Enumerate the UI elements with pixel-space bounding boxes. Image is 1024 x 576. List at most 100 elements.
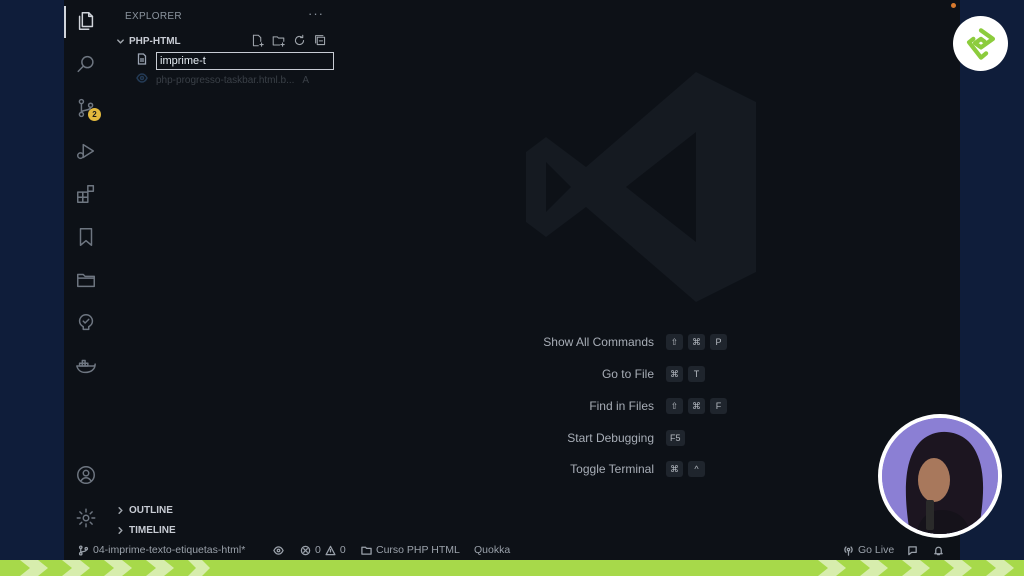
eye-icon: [136, 71, 148, 89]
go-live-button[interactable]: Go Live: [843, 543, 894, 557]
search-icon: [77, 55, 94, 73]
shortcut-toggle-terminal: Toggle Terminal ⌘ ^: [336, 461, 705, 477]
quokka-label: Quokka: [474, 544, 511, 556]
new-file-icon: [252, 34, 264, 47]
feedback-icon: [908, 545, 917, 555]
shortcut-start-debugging: Start Debugging F5: [336, 430, 685, 446]
run-debug-button[interactable]: [74, 139, 98, 163]
new-folder-icon: [272, 36, 285, 47]
key-f: F: [710, 398, 727, 414]
activity-bar: 2: [64, 0, 108, 540]
feedback-button[interactable]: [907, 543, 918, 557]
workspace-name: Curso PHP HTML: [376, 544, 460, 556]
extensions-button[interactable]: [74, 182, 98, 206]
docker-button[interactable]: [74, 354, 98, 378]
key-cmd: ⌘: [688, 398, 705, 414]
folder-header[interactable]: PHP-HTML: [114, 33, 181, 49]
shortcut-go-to-file: Go to File ⌘ T: [336, 366, 705, 382]
frame-left: [0, 0, 64, 560]
more-actions-button[interactable]: ···: [308, 6, 324, 21]
file-icon: [136, 52, 148, 70]
folder-icon: [77, 273, 95, 288]
refresh-button[interactable]: [292, 33, 307, 48]
shortcut-show-all-commands: Show All Commands ⇧ ⌘ P: [336, 334, 727, 350]
timeline-header[interactable]: TIMELINE: [114, 522, 176, 538]
file-status: A: [302, 74, 310, 86]
key-shift: ⇧: [666, 334, 683, 350]
refresh-icon: [294, 34, 305, 46]
presenter-icon: [882, 418, 998, 534]
accounts-button[interactable]: [74, 463, 98, 487]
rename-row: [136, 52, 334, 70]
outline-label: OUTLINE: [129, 504, 173, 516]
error-icon: [300, 545, 311, 555]
files-icon: [78, 12, 94, 30]
shortcut-label: Start Debugging: [567, 431, 654, 445]
bookmark-icon: [79, 228, 93, 246]
shortcut-label: Toggle Terminal: [570, 462, 654, 476]
eye-icon: [273, 545, 284, 555]
key-cmd: ⌘: [666, 461, 683, 477]
broadcast-icon: [844, 545, 853, 556]
project-manager-button[interactable]: [74, 268, 98, 292]
folder-icon: [361, 546, 372, 555]
notifications-button[interactable]: [933, 543, 944, 557]
error-count: 0: [315, 544, 321, 556]
notification-dot: [951, 3, 956, 8]
chevron-pattern-icon: [20, 560, 1014, 576]
active-indicator: [64, 6, 66, 38]
brand-logo-icon: [966, 27, 995, 60]
status-bar: 04-imprime-texto-etiquetas-html* 0 0 Cur…: [64, 540, 960, 560]
account-icon: [77, 466, 95, 484]
branch-name: 04-imprime-texto-etiquetas-html*: [93, 544, 246, 556]
new-file-button[interactable]: [250, 33, 265, 48]
editor-window: 2 EXPLORER ··· PHP-HTML imprime-t php-pr…: [64, 0, 960, 560]
workspace-status[interactable]: Curso PHP HTML: [361, 543, 460, 557]
quokka-status[interactable]: Quokka: [474, 543, 510, 557]
bookmarks-button[interactable]: [74, 225, 98, 249]
collapse-all-icon: [315, 35, 326, 46]
problems-status[interactable]: 0 0: [300, 543, 346, 557]
outline-header[interactable]: OUTLINE: [114, 502, 173, 518]
git-branch-icon: [78, 544, 89, 556]
testing-button[interactable]: [74, 311, 98, 335]
explorer-sidebar: EXPLORER ··· PHP-HTML php-progresso-task…: [108, 0, 336, 540]
go-live-label: Go Live: [858, 544, 895, 556]
key-f5: F5: [666, 430, 685, 446]
presenter-video: [882, 418, 998, 534]
search-button[interactable]: [74, 52, 98, 76]
editor-area: Show All Commands ⇧ ⌘ P Go to File ⌘ T F…: [336, 0, 960, 540]
explorer-title: EXPLORER: [125, 11, 182, 22]
docker-icon: [76, 359, 96, 374]
branch-status[interactable]: 04-imprime-texto-etiquetas-html*: [78, 543, 245, 557]
extensions-icon: [77, 185, 95, 203]
bell-icon: [934, 546, 943, 555]
key-cmd: ⌘: [666, 366, 683, 382]
shortcut-find-in-files: Find in Files ⇧ ⌘ F: [336, 398, 727, 414]
timeline-label: TIMELINE: [129, 524, 176, 536]
run-debug-icon: [77, 143, 95, 160]
key-shift: ⇧: [666, 398, 683, 414]
key-p: P: [710, 334, 727, 350]
bottom-brand-strip: [0, 560, 1024, 576]
testing-icon: [78, 314, 94, 331]
manage-button[interactable]: [74, 506, 98, 530]
folder-name: PHP-HTML: [129, 35, 181, 47]
file-item[interactable]: php-progresso-taskbar.html.b... A: [136, 73, 309, 87]
key-t: T: [688, 366, 705, 382]
chevron-right-icon: [114, 524, 126, 536]
key-cmd: ⌘: [688, 334, 705, 350]
warning-icon: [325, 545, 336, 555]
chevron-down-icon: [114, 35, 126, 47]
explorer-button[interactable]: [74, 9, 98, 33]
file-name: php-progresso-taskbar.html.b...: [156, 74, 295, 86]
collapse-all-button[interactable]: [313, 33, 328, 48]
rename-input[interactable]: [156, 52, 334, 70]
live-share-status[interactable]: [273, 543, 284, 557]
chevron-right-icon: [114, 504, 126, 516]
new-folder-button[interactable]: [271, 33, 286, 48]
key-ctrl: ^: [688, 461, 705, 477]
warning-count: 0: [339, 544, 346, 556]
folder-actions: [250, 33, 328, 48]
gear-icon: [76, 508, 96, 528]
